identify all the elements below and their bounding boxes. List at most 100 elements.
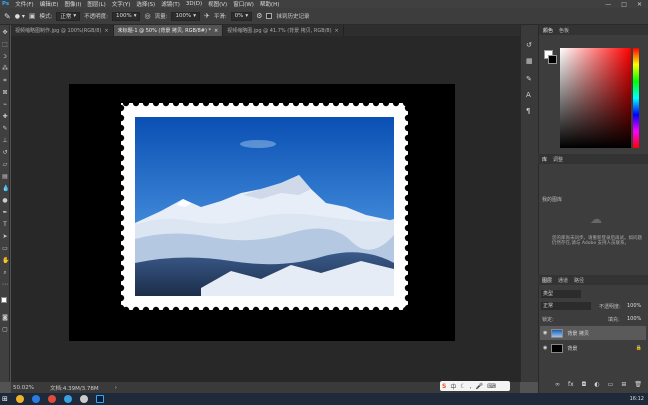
paragraph-panel-icon[interactable]: ¶ [526,107,530,115]
layer-opacity-value[interactable]: 100% [627,303,641,309]
quick-mask-icon[interactable]: ◙ [2,315,8,321]
dodge-tool-icon[interactable]: ● [2,198,8,204]
layer-row[interactable]: ◉ 背景 拷贝 [540,326,646,340]
tab-document-2[interactable]: 未标题-1 @ 50% (背景 拷贝, RGB/8#) * × [113,25,224,36]
library-title[interactable]: 我的图库 [542,196,562,203]
microphone-icon[interactable]: 🎤 [476,383,483,390]
maximize-icon[interactable]: □ [621,1,627,8]
brush-preset-picker[interactable]: ● ▾ [15,13,25,20]
pen-tool-icon[interactable]: ✒ [2,210,8,216]
link-layers-icon[interactable]: ∞ [555,381,560,390]
menu-select[interactable]: 选择(S) [136,0,155,8]
chrome-icon[interactable] [47,395,56,403]
type-tool-icon[interactable]: T [2,222,8,228]
keyboard-icon[interactable]: ⌨ [487,383,496,390]
crop-tool-icon[interactable]: ⌗ [2,78,8,84]
tab-paths[interactable]: 路径 [574,277,584,284]
fill-value[interactable]: 100% [627,316,641,322]
hand-tool-icon[interactable]: ✋ [2,258,9,264]
tab-color[interactable]: 颜色 [543,27,553,34]
hue-slider[interactable] [633,48,639,148]
more-tools-icon[interactable]: ⋯ [2,282,8,288]
gradient-tool-icon[interactable]: ▤ [2,174,8,180]
brush-tool-icon[interactable]: ✎ [2,126,8,132]
rectangle-tool-icon[interactable]: ▭ [2,246,8,252]
tab-document-1[interactable]: 视频缩略图制作.jpg @ 100%(RGB/8) × [11,25,114,36]
menu-type[interactable]: 文字(Y) [112,0,131,8]
photoshop-taskbar-icon[interactable] [95,395,104,403]
history-brush-tool-icon[interactable]: ↺ [2,150,8,156]
smoothing-input[interactable]: 0% ▾ [230,11,253,21]
magic-wand-tool-icon[interactable]: ⁂ [2,66,8,72]
folder-icon[interactable] [15,395,24,403]
tab-layers[interactable]: 图层 [542,277,552,284]
zoom-tool-icon[interactable]: ⌕ [2,270,8,276]
status-menu-icon[interactable]: › [115,385,117,391]
menu-view[interactable]: 视图(V) [208,0,227,8]
sogou-icon[interactable]: S [442,383,446,390]
windows-start-icon[interactable]: ⊞ [2,395,8,403]
move-tool-icon[interactable]: ✥ [2,30,8,36]
lasso-tool-icon[interactable]: ↄ [2,54,8,60]
close-icon[interactable]: × [335,28,339,34]
path-selection-tool-icon[interactable]: ➤ [2,234,8,240]
ime-toolbar[interactable]: S 中 ☾ , 🎤 ⌨ [440,381,510,391]
new-layer-icon[interactable]: ⊞ [621,381,626,390]
mask-icon[interactable]: ◘ [582,381,587,390]
tab-swatches[interactable]: 色板 [559,27,569,34]
healing-brush-tool-icon[interactable]: ✚ [2,114,8,120]
eyedropper-tool-icon[interactable]: ⌁ [2,102,8,108]
pressure-opacity-icon[interactable]: ◎ [144,12,150,20]
moon-icon[interactable]: ☾ [460,383,465,390]
ps-logo-icon[interactable]: Ps [2,1,9,7]
properties-panel-icon[interactable]: ▦ [526,57,533,65]
adjustment-icon[interactable]: ◐ [594,381,599,390]
trash-icon[interactable]: 🗑 [634,381,642,390]
eraser-tool-icon[interactable]: ▱ [2,162,8,168]
close-icon[interactable]: × [104,28,108,34]
gear-icon[interactable]: ⚙ [256,12,262,20]
character-panel-icon[interactable]: A [526,91,531,99]
clone-stamp-tool-icon[interactable]: ⊥ [2,138,8,144]
tab-adjustments[interactable]: 调整 [553,156,563,163]
clock[interactable]: 16:12 [630,396,648,402]
history-checkbox[interactable] [266,13,273,19]
fx-icon[interactable]: fx [568,381,574,390]
eye-icon[interactable]: ◉ [543,345,547,351]
frame-tool-icon[interactable]: ⊠ [2,90,8,96]
marquee-tool-icon[interactable]: ⬚ [2,42,8,48]
brush-settings-icon[interactable]: ▣ [29,12,36,20]
history-brush-icon[interactable]: ✎ [4,12,11,21]
zoom-level[interactable]: 50.02% [13,385,34,391]
layer-name[interactable]: 背景 [567,345,577,352]
screen-mode-icon[interactable]: ▢ [2,327,8,333]
background-swatch[interactable] [548,55,557,64]
tab-libraries[interactable]: 库 [542,156,547,163]
close-icon[interactable]: ✕ [637,1,642,8]
minimize-icon[interactable]: — [605,1,611,8]
menu-file[interactable]: 文件(F) [15,0,33,8]
menu-filter[interactable]: 滤镜(T) [161,0,180,8]
menu-edit[interactable]: 编辑(E) [40,0,59,8]
ime-mode-icon[interactable]: 中 [450,382,456,391]
history-panel-icon[interactable]: ↺ [526,41,532,49]
foreground-color-swatch[interactable] [1,297,7,303]
opacity-input[interactable]: 100% ▾ [111,11,141,21]
flow-input[interactable]: 100% ▾ [171,11,200,21]
app-icon[interactable] [63,395,72,403]
blur-tool-icon[interactable]: 💧 [2,186,9,192]
layer-row[interactable]: ◉ 背景 🔒 [540,341,646,355]
obs-icon[interactable] [79,395,88,403]
close-icon[interactable]: × [214,28,218,34]
layer-kind-filter[interactable]: 类型 [541,290,581,298]
menu-image[interactable]: 图像(I) [64,0,81,8]
tab-channels[interactable]: 通道 [558,277,568,284]
brush-panel-icon[interactable]: ✎ [526,75,532,83]
tab-document-3[interactable]: 视频缩略图.jpg @ 41.7% (背景 拷贝, RGB/8) × [223,25,344,36]
color-field[interactable] [560,48,631,148]
mode-select[interactable]: 正常 ▾ [56,11,81,21]
layer-name[interactable]: 背景 拷贝 [567,330,589,337]
airbrush-icon[interactable]: ✈ [204,12,210,20]
eye-icon[interactable]: ◉ [543,330,547,336]
punctuation-icon[interactable]: , [470,383,472,390]
